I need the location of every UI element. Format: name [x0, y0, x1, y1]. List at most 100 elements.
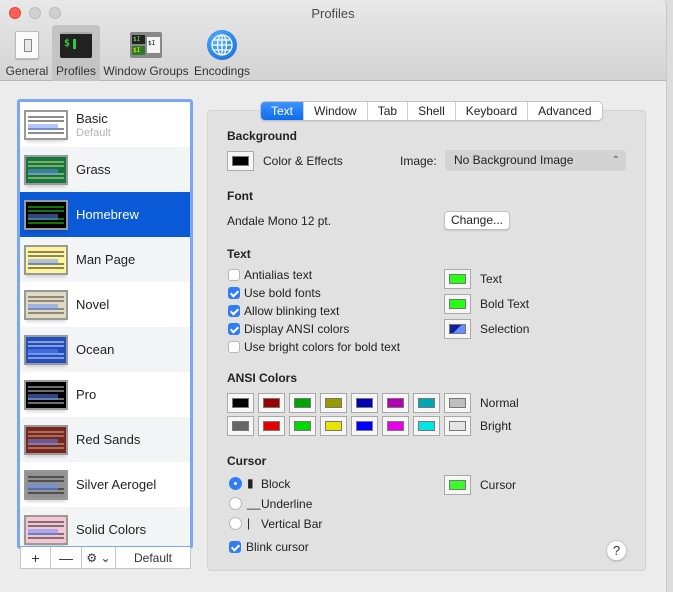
ansi-normal-color-well[interactable]: [413, 393, 440, 413]
text-option-label: Use bold fonts: [244, 286, 321, 300]
profile-preview-thumbnail: [24, 379, 68, 410]
profile-name: Red Sands: [76, 432, 141, 447]
blink-cursor-label: Blink cursor: [246, 540, 309, 554]
profile-name: Pro: [76, 387, 97, 402]
font-value: Andale Mono 12 pt.: [227, 214, 332, 228]
ansi-normal-color-well[interactable]: [258, 393, 285, 413]
title-bar: Profiles General $ Profiles $I $I $I Win…: [0, 0, 666, 81]
profile-item[interactable]: Basic Default: [20, 102, 190, 147]
ansi-bright-color-well[interactable]: [227, 416, 254, 436]
cursor-style-radio[interactable]: [229, 517, 242, 530]
profile-item[interactable]: Novel: [20, 282, 190, 327]
profile-item[interactable]: Solid Colors: [20, 507, 190, 546]
profile-preview-thumbnail: [24, 244, 68, 275]
profile-item[interactable]: Homebrew: [20, 192, 190, 237]
cursor-glyph-icon: ▮: [247, 476, 254, 490]
globe-icon: [207, 30, 237, 60]
tab-shell[interactable]: Shell: [408, 102, 456, 120]
profile-item[interactable]: Ocean: [20, 327, 190, 372]
profile-name: Silver Aerogel: [76, 477, 157, 492]
profile-item[interactable]: Red Sands: [20, 417, 190, 462]
ansi-bright-color-well[interactable]: [258, 416, 285, 436]
text-option-checkbox[interactable]: [228, 287, 240, 299]
text-option-checkbox[interactable]: [228, 341, 240, 353]
text-color-well[interactable]: [444, 269, 471, 289]
profile-default-badge: Default: [76, 126, 111, 139]
remove-profile-button[interactable]: —: [51, 547, 82, 568]
ansi-normal-color-well[interactable]: [227, 393, 254, 413]
preferences-window: Profiles General $ Profiles $I $I $I Win…: [0, 0, 667, 592]
tab-keyboard[interactable]: Keyboard: [456, 102, 529, 120]
ansi-bright-color-well[interactable]: [289, 416, 316, 436]
ansi-normal-color-well[interactable]: [289, 393, 316, 413]
profile-preview-thumbnail: [24, 424, 68, 455]
profile-name: Man Page: [76, 252, 136, 267]
text-color-well[interactable]: [444, 319, 471, 339]
cursor-style-label: Block: [261, 477, 291, 491]
profile-actions-menu[interactable]: ⚙ ⌄: [82, 547, 116, 568]
profile-item[interactable]: Grass: [20, 147, 190, 192]
tab-advanced[interactable]: Advanced: [528, 102, 601, 120]
profile-name: Homebrew: [76, 207, 139, 222]
set-default-profile-button[interactable]: Default: [116, 547, 190, 568]
ansi-normal-color-well[interactable]: [351, 393, 378, 413]
ansi-bright-color-well[interactable]: [382, 416, 409, 436]
background-color-well[interactable]: [227, 151, 254, 171]
profile-list-toolbar: + — ⚙ ⌄ Default: [20, 547, 191, 569]
blink-cursor-checkbox[interactable]: [229, 541, 241, 553]
text-option-checkbox[interactable]: [228, 305, 240, 317]
add-profile-button[interactable]: +: [21, 547, 51, 568]
image-label: Image:: [400, 154, 437, 168]
general-switch-icon: [15, 31, 39, 59]
ansi-normal-color-well[interactable]: [382, 393, 409, 413]
ansi-normal-color-well[interactable]: [320, 393, 347, 413]
toolbar-general[interactable]: General: [5, 25, 49, 81]
tab-window[interactable]: Window: [304, 102, 368, 120]
cursor-color-label: Cursor: [480, 478, 517, 492]
profile-list[interactable]: Basic Default Grass Homebrew Man Page Novel Oc…: [17, 99, 193, 549]
tab-tab[interactable]: Tab: [368, 102, 409, 120]
settings-tabs: Text Window Tab Shell Keyboard Advanced: [260, 101, 603, 121]
profile-name: Solid Colors: [76, 522, 147, 537]
ansi-normal-label: Normal: [480, 396, 519, 410]
profile-preview-thumbnail: [24, 334, 68, 365]
cursor-style-radio[interactable]: [229, 497, 242, 510]
tab-text[interactable]: Text: [261, 102, 305, 120]
profile-name: Basic: [76, 110, 108, 126]
font-section-title: Font: [227, 189, 253, 203]
ansi-bright-color-well[interactable]: [351, 416, 378, 436]
change-font-button[interactable]: Change...: [444, 211, 510, 230]
ansi-normal-color-well[interactable]: [444, 393, 471, 413]
terminal-icon: $: [60, 32, 92, 58]
help-button[interactable]: ?: [606, 540, 627, 561]
text-color-well[interactable]: [444, 294, 471, 314]
toolbar-window-groups[interactable]: $I $I $I Window Groups: [103, 25, 189, 81]
ansi-bright-color-well[interactable]: [444, 416, 471, 436]
text-option-checkbox[interactable]: [228, 269, 240, 281]
ansi-section-title: ANSI Colors: [227, 371, 298, 385]
toolbar-profiles[interactable]: $ Profiles: [52, 25, 100, 81]
ansi-bright-color-well[interactable]: [320, 416, 347, 436]
ansi-bright-color-well[interactable]: [413, 416, 440, 436]
text-color-label: Selection: [480, 322, 530, 336]
text-option-checkbox[interactable]: [228, 323, 240, 335]
ansi-bright-label: Bright: [480, 419, 512, 433]
window-groups-icon: $I $I $I: [130, 32, 162, 58]
text-option-label: Antialias text: [244, 268, 313, 282]
cursor-glyph-icon: __: [247, 496, 261, 510]
text-color-label: Bold Text: [480, 297, 530, 311]
profile-name: Novel: [76, 297, 110, 312]
profile-name: Grass: [76, 162, 111, 177]
background-image-select[interactable]: No Background Image ⌃: [445, 150, 626, 171]
profile-item[interactable]: Pro: [20, 372, 190, 417]
cursor-glyph-icon: |: [247, 516, 251, 530]
profile-name: Ocean: [76, 342, 115, 357]
cursor-style-radio[interactable]: [229, 477, 242, 490]
profile-item[interactable]: Silver Aerogel: [20, 462, 190, 507]
cursor-style-label: Underline: [261, 497, 313, 511]
cursor-color-well[interactable]: [444, 475, 471, 495]
text-option-label: Display ANSI colors: [244, 322, 350, 336]
toolbar-encodings[interactable]: Encodings: [193, 25, 251, 81]
profile-item[interactable]: Man Page: [20, 237, 190, 282]
window-title: Profiles: [311, 6, 355, 21]
